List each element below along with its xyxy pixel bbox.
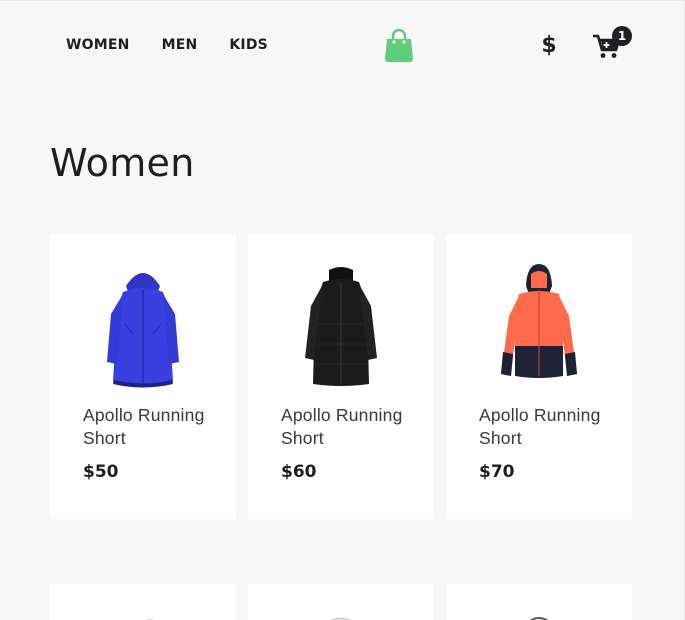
shopping-bag-icon[interactable] [384,28,414,62]
product-card[interactable] [446,584,632,620]
product-price: $50 [83,462,119,482]
nav-item-kids[interactable]: KIDS [213,35,284,55]
black-coat-image [291,264,391,390]
product-card[interactable] [50,584,236,620]
product-card[interactable] [248,584,434,620]
nav-item-men[interactable]: MEN [146,35,214,55]
header: WOMEN MEN KIDS $ 1 [0,1,684,91]
blue-jacket-image [93,264,193,390]
product-image-partial [330,617,352,620]
product-image-partial [146,618,154,620]
nav-item-women[interactable]: WOMEN [50,35,146,55]
page: WOMEN MEN KIDS $ 1 Women Apollo Running … [0,0,685,620]
product-name: Apollo Running Short [83,405,205,448]
page-title: Women [50,141,195,185]
product-card[interactable]: Apollo Running Short $50 [50,234,236,519]
cart-count-badge: 1 [612,26,632,46]
product-price: $60 [281,462,317,482]
category-nav: WOMEN MEN KIDS [50,35,284,55]
product-card[interactable]: Apollo Running Short $70 [446,234,632,519]
currency-switcher[interactable]: $ [538,31,560,59]
product-name: Apollo Running Short [479,405,601,448]
product-card[interactable]: Apollo Running Short $60 [248,234,434,519]
product-price: $70 [479,462,515,482]
orange-jacket-image [489,264,589,390]
product-image-partial [529,617,549,620]
product-name: Apollo Running Short [281,405,403,448]
